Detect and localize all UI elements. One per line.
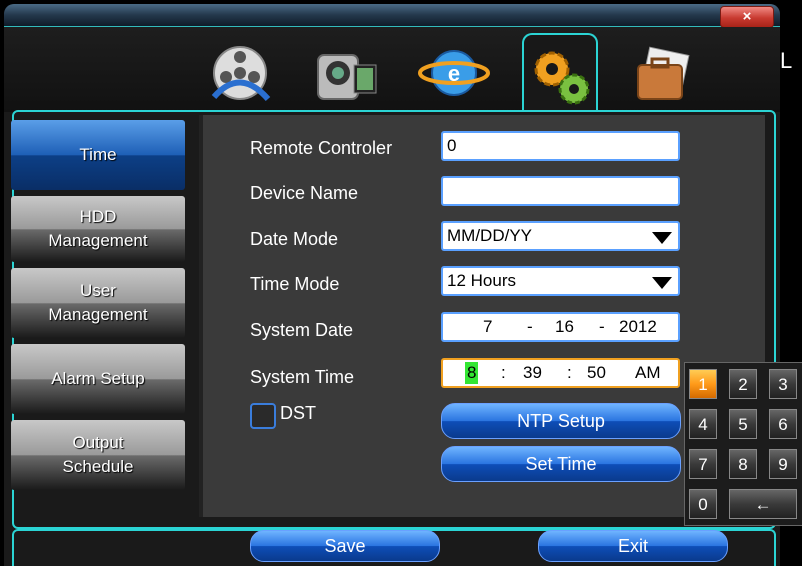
briefcase-icon[interactable] xyxy=(628,37,700,109)
sidebar-item-label: Alarm Setup xyxy=(51,369,145,388)
key-8[interactable]: 8 xyxy=(729,449,757,479)
date-mode-select[interactable]: MM/DD/YY xyxy=(441,221,680,251)
time-hour[interactable]: 8 xyxy=(465,362,479,384)
time-mode-select[interactable]: 12 Hours xyxy=(441,266,680,296)
time-separator: : xyxy=(501,363,506,382)
sidebar-item-time[interactable]: Time xyxy=(11,120,185,190)
system-time-label: System Time xyxy=(250,367,355,387)
video-reel-icon[interactable] xyxy=(204,37,276,109)
sidebar-item-label: Management xyxy=(48,305,148,324)
key-5[interactable]: 5 xyxy=(729,409,757,439)
key-0[interactable]: 0 xyxy=(689,489,717,519)
set-time-button[interactable]: Set Time xyxy=(441,446,681,482)
sidebar-item-user-management[interactable]: User Management xyxy=(11,268,185,338)
svg-text:e: e xyxy=(448,61,460,86)
date-mode-label: Date Mode xyxy=(250,229,339,249)
key-9[interactable]: 9 xyxy=(769,449,797,479)
save-button[interactable]: Save xyxy=(250,530,440,562)
key-3[interactable]: 3 xyxy=(769,369,797,399)
top-icon-bar: e xyxy=(4,27,780,115)
system-time-field[interactable]: 8 : 39 : 50 AM xyxy=(441,358,680,388)
remote-controller-label: Remote Controler xyxy=(250,138,393,158)
sidebar-item-label: User xyxy=(80,281,116,300)
sidebar-item-alarm-setup[interactable]: Alarm Setup xyxy=(11,344,185,414)
title-bar: × xyxy=(4,4,780,28)
time-ampm[interactable]: AM xyxy=(635,360,661,386)
date-mode-value: MM/DD/YY xyxy=(447,226,532,245)
date-year[interactable]: 2012 xyxy=(619,314,657,340)
time-separator: : xyxy=(567,363,572,382)
settings-gears-icon[interactable] xyxy=(522,33,598,115)
sidebar-item-label: Management xyxy=(48,231,148,250)
edge-text: L xyxy=(780,48,793,73)
sidebar-item-hdd-management[interactable]: HDD Management xyxy=(11,196,185,262)
dst-label: DST xyxy=(280,403,316,423)
time-mode-label: Time Mode xyxy=(250,274,340,294)
ntp-setup-button[interactable]: NTP Setup xyxy=(441,403,681,439)
system-date-field[interactable]: 7 - 16 - 2012 xyxy=(441,312,680,342)
key-7[interactable]: 7 xyxy=(689,449,717,479)
key-6[interactable]: 6 xyxy=(769,409,797,439)
key-4[interactable]: 4 xyxy=(689,409,717,439)
network-icon[interactable]: e xyxy=(418,37,490,109)
system-date-label: System Date xyxy=(250,320,354,340)
device-name-field[interactable] xyxy=(441,176,680,206)
close-button[interactable]: × xyxy=(720,6,774,28)
date-day[interactable]: 16 xyxy=(555,314,574,340)
sidebar-item-label: HDD xyxy=(79,207,117,226)
time-minute[interactable]: 39 xyxy=(523,360,542,386)
time-mode-value: 12 Hours xyxy=(447,271,516,290)
time-second[interactable]: 50 xyxy=(587,360,606,386)
dropdown-arrow-icon xyxy=(652,277,672,289)
dst-checkbox[interactable] xyxy=(250,403,276,429)
date-separator: - xyxy=(599,317,605,336)
sidebar-item-label: Schedule xyxy=(62,457,134,476)
exit-button[interactable]: Exit xyxy=(538,530,728,562)
device-name-label: Device Name xyxy=(250,183,359,203)
dropdown-arrow-icon xyxy=(652,232,672,244)
camera-icon[interactable] xyxy=(310,37,382,109)
date-month[interactable]: 7 xyxy=(483,314,492,340)
key-1[interactable]: 1 xyxy=(689,369,717,399)
sidebar-item-label: Output xyxy=(72,433,124,452)
remote-controller-field[interactable]: 0 xyxy=(441,131,680,161)
backspace-key[interactable]: ← xyxy=(729,489,797,519)
numeric-keypad: 1 2 3 4 5 6 7 8 9 0 ← xyxy=(684,362,802,526)
key-2[interactable]: 2 xyxy=(729,369,757,399)
sidebar-item-output-schedule[interactable]: Output Schedule xyxy=(11,420,185,490)
sidebar-item-label: Time xyxy=(79,145,117,164)
date-separator: - xyxy=(527,317,533,336)
